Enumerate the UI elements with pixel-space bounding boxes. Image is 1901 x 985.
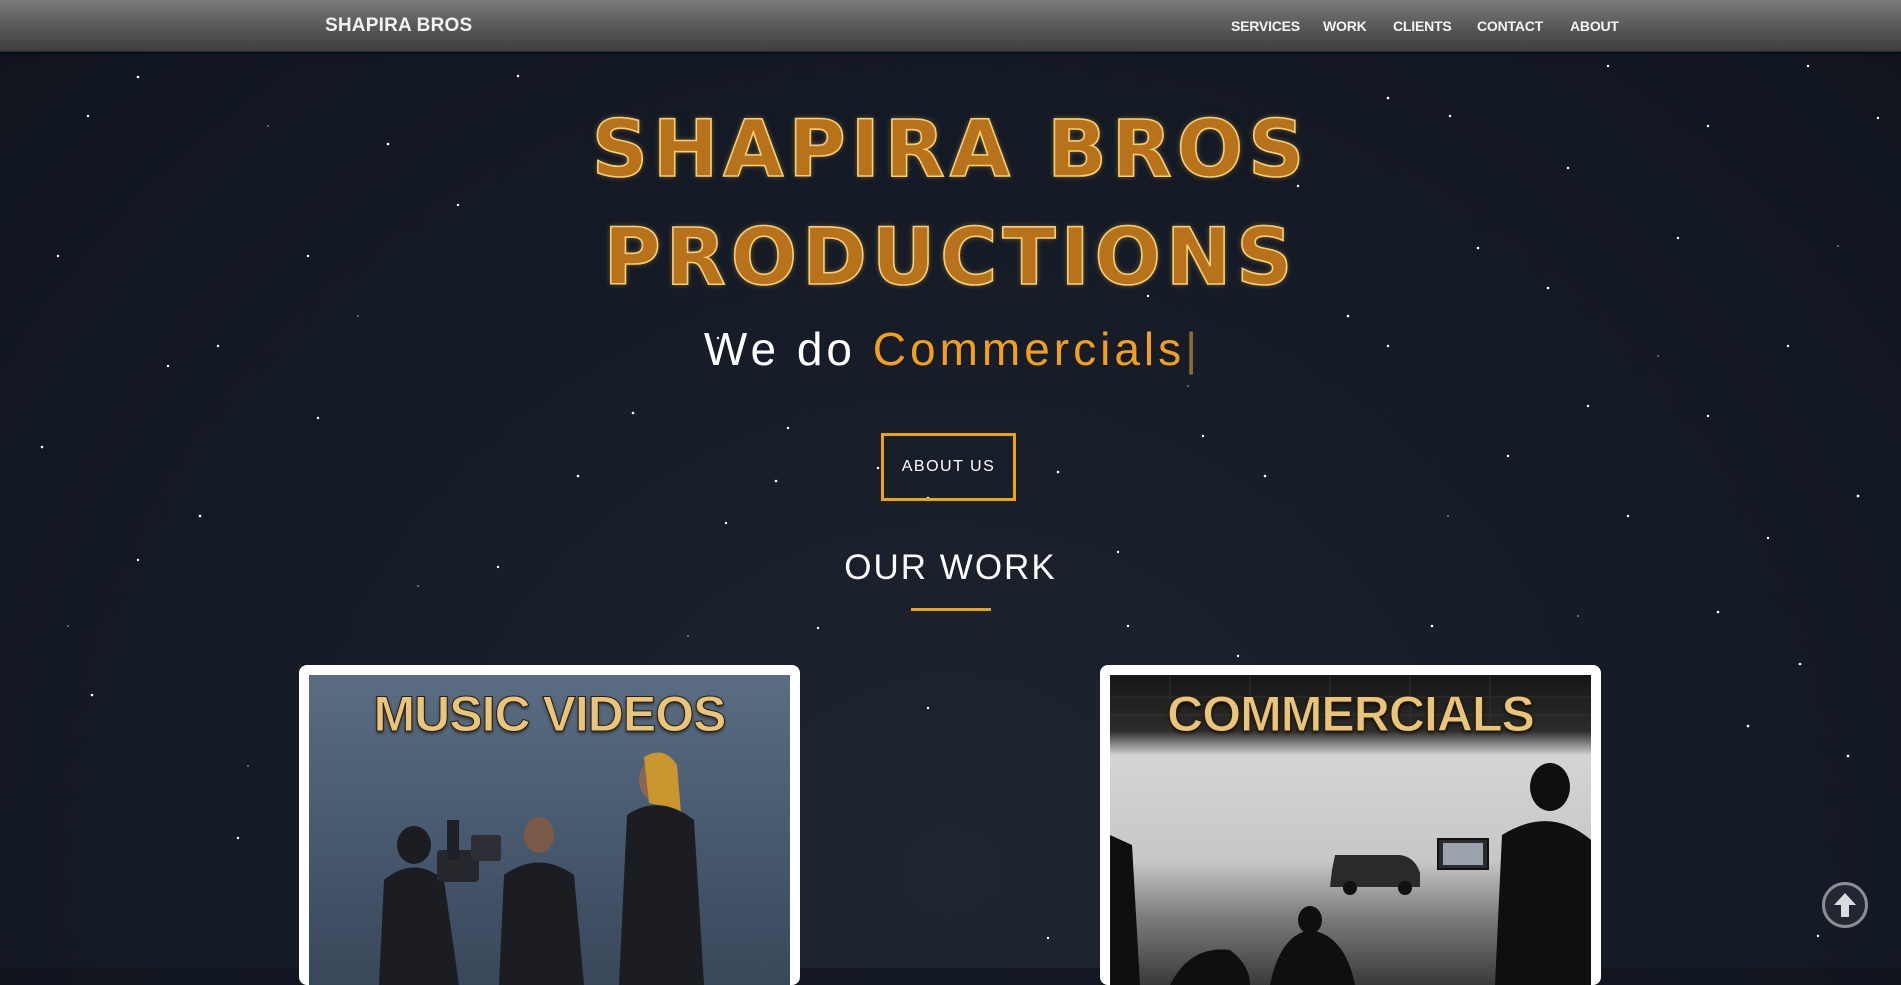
tagline-prefix: We do	[703, 323, 873, 375]
commercials-image: COMMERCIALS	[1110, 675, 1591, 985]
our-work-heading: OUR WORK	[844, 548, 1057, 587]
nav-link-work[interactable]: WORK	[1323, 18, 1367, 34]
hero-tagline: We do Commercials|	[0, 322, 1901, 376]
tagline-typed-word: Commercials	[872, 323, 1186, 375]
nav-link-clients[interactable]: CLIENTS	[1393, 18, 1452, 34]
nav-link-about[interactable]: ABOUT	[1570, 18, 1619, 34]
hero-title-line2: PRODUCTIONS	[603, 212, 1298, 304]
music-videos-label: MUSIC VIDEOS	[373, 686, 727, 743]
arrow-up-icon	[1834, 893, 1856, 917]
nav-links: SERVICES WORK CLIENTS CONTACT ABOUT	[0, 18, 1901, 38]
top-navbar: SHAPIRA BROS SERVICES WORK CLIENTS CONTA…	[0, 0, 1901, 52]
about-us-button[interactable]: ABOUT US	[881, 433, 1016, 501]
typing-cursor: |	[1185, 323, 1198, 375]
nav-link-services[interactable]: SERVICES	[1231, 18, 1300, 34]
scroll-to-top-button[interactable]	[1822, 882, 1868, 928]
heading-underline	[911, 608, 991, 611]
music-videos-image: MUSIC VIDEOS	[309, 675, 790, 985]
music-videos-card[interactable]: MUSIC VIDEOS	[299, 665, 800, 985]
commercials-card[interactable]: COMMERCIALS	[1100, 665, 1601, 985]
nav-link-contact[interactable]: CONTACT	[1477, 18, 1543, 34]
commercials-label: COMMERCIALS	[1167, 686, 1536, 743]
hero-title-line1: SHAPIRA BROS	[591, 104, 1310, 196]
